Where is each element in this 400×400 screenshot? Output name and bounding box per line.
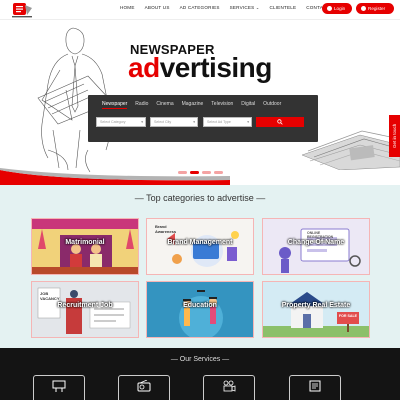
- main-nav: HOME ABOUT US AD CATEGORIES SERVICES ⌄ C…: [120, 5, 338, 10]
- search-button[interactable]: [256, 117, 304, 127]
- category-card-matrimonial[interactable]: Matrimonial: [31, 218, 139, 275]
- tab-newspaper[interactable]: Newspaper: [102, 101, 128, 109]
- radio-icon: [137, 380, 151, 392]
- chevron-down-icon: ▾: [247, 120, 249, 124]
- tab-outdoor[interactable]: Outdoor: [263, 101, 281, 109]
- media-tabs: Newspaper Radio Cinema Magazine Televisi…: [102, 101, 281, 109]
- get-in-touch-tab[interactable]: Get in touch: [389, 115, 400, 157]
- search-icon: [277, 119, 283, 125]
- nav-services-label: SERVICES: [229, 5, 255, 10]
- category-select-placeholder: Select Category: [100, 120, 126, 124]
- graduates-illustration: [147, 282, 253, 337]
- service-card-newspaper[interactable]: [289, 375, 341, 400]
- billboard-icon: [52, 380, 66, 392]
- tab-magazine[interactable]: Magazine: [182, 101, 204, 109]
- categories-heading: — Top categories to advertise —: [134, 193, 266, 203]
- categories-section: — Top categories to advertise — Matrimon…: [0, 185, 400, 348]
- film-camera-icon: [223, 380, 236, 392]
- hero-title-big: advertising: [128, 52, 272, 84]
- hero-title-prefix: ad: [128, 52, 160, 83]
- chevron-down-icon: ▾: [141, 120, 143, 124]
- wedding-illustration: [32, 219, 138, 274]
- category-card-property-real-estate[interactable]: FOR SALE Property Real Estate: [262, 281, 370, 338]
- category-image-text: JOB VACANCY: [40, 291, 60, 301]
- chevron-down-icon: ▾: [193, 120, 195, 124]
- tab-digital[interactable]: Digital: [241, 101, 255, 109]
- tab-cinema[interactable]: Cinema: [156, 101, 173, 109]
- logo-icon[interactable]: [10, 2, 36, 19]
- page: HOME ABOUT US AD CATEGORIES SERVICES ⌄ C…: [0, 0, 400, 400]
- category-card-brand-management[interactable]: Brand Awareness Brand Management: [146, 218, 254, 275]
- category-label: Brand Management: [167, 239, 233, 246]
- top-header: HOME ABOUT US AD CATEGORIES SERVICES ⌄ C…: [0, 0, 400, 20]
- category-select[interactable]: Select Category ▾: [96, 117, 146, 127]
- city-select-placeholder: Select City: [154, 120, 172, 124]
- category-image-text: ONLINE REGISTRATION: [307, 231, 334, 239]
- user-plus-icon: [361, 6, 366, 11]
- hero-title-suffix: vertising: [159, 52, 273, 83]
- category-label: Change Of Name: [287, 239, 345, 246]
- category-label: Property Real Estate: [281, 302, 351, 309]
- category-card-education[interactable]: Education: [146, 281, 254, 338]
- for-sale-house-illustration: [263, 282, 369, 337]
- slider-dots: [178, 171, 223, 174]
- tab-television[interactable]: Television: [211, 101, 233, 109]
- nav-home[interactable]: HOME: [120, 5, 135, 10]
- login-label: Login: [334, 6, 346, 11]
- chevron-down-icon: ⌄: [255, 5, 260, 10]
- user-icon: [327, 6, 332, 11]
- ad-type-select-placeholder: Select Ad Type: [207, 120, 231, 124]
- category-image-text: Brand Awareness: [155, 224, 177, 234]
- red-swoosh-decoration: [0, 168, 230, 185]
- nav-clientele[interactable]: CLIENTELE: [269, 5, 296, 10]
- register-label: Register: [368, 6, 386, 11]
- service-card-outdoor[interactable]: [33, 375, 85, 400]
- category-image-text: FOR SALE: [338, 314, 358, 318]
- slider-dot[interactable]: [178, 171, 187, 174]
- slider-dot-active[interactable]: [190, 171, 199, 174]
- category-card-change-of-name[interactable]: ONLINE REGISTRATION Change Of Name: [262, 218, 370, 275]
- ad-type-select[interactable]: Select Ad Type ▾: [203, 117, 252, 127]
- register-button[interactable]: Register: [356, 3, 394, 14]
- services-section: — Our Services —: [0, 348, 400, 400]
- service-card-radio[interactable]: [118, 375, 170, 400]
- slider-dot[interactable]: [202, 171, 211, 174]
- slider-dot[interactable]: [214, 171, 223, 174]
- search-panel: Newspaper Radio Cinema Magazine Televisi…: [88, 95, 318, 142]
- category-card-recruitment-job[interactable]: JOB VACANCY Recruitment Job: [31, 281, 139, 338]
- nav-ad-categories[interactable]: AD CATEGORIES: [180, 5, 220, 10]
- tab-radio[interactable]: Radio: [135, 101, 148, 109]
- nav-services[interactable]: SERVICES ⌄: [230, 5, 260, 10]
- service-card-cinema[interactable]: [203, 375, 255, 400]
- services-heading: — Our Services —: [170, 356, 230, 363]
- hero-banner: NEWSPAPER advertising Newspaper Radio Ci…: [0, 20, 400, 185]
- category-label: Education: [183, 302, 217, 309]
- nav-about-us[interactable]: ABOUT US: [145, 5, 170, 10]
- login-button[interactable]: Login: [322, 3, 352, 14]
- online-registration-illustration: [263, 219, 369, 274]
- newspaper-icon: [309, 380, 321, 392]
- category-label: Recruitment Job: [57, 302, 113, 309]
- city-select[interactable]: Select City ▾: [150, 117, 198, 127]
- category-label: Matrimonial: [65, 239, 105, 246]
